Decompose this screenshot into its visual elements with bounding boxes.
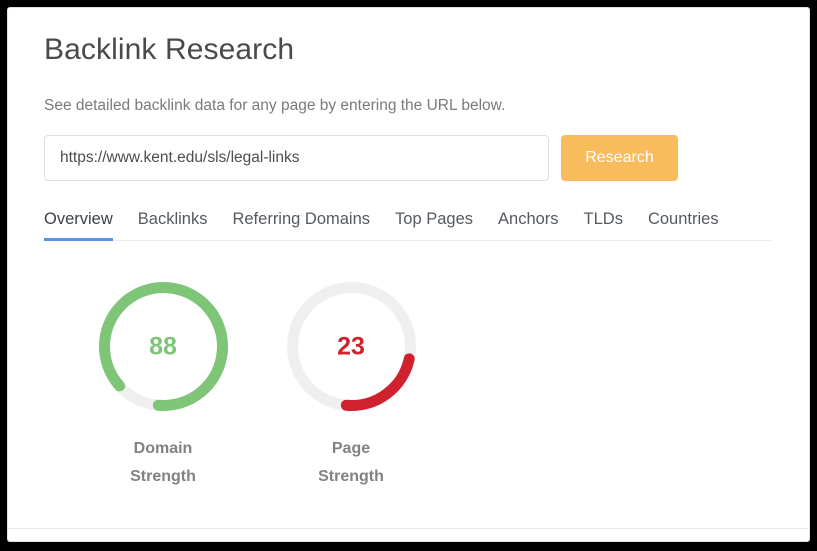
screenshot-frame: Backlink Research See detailed backlink … <box>0 0 817 551</box>
tab-referring-domains[interactable]: Referring Domains <box>232 209 370 241</box>
tab-bar: Overview Backlinks Referring Domains Top… <box>44 205 773 241</box>
page-title: Backlink Research <box>44 33 295 66</box>
tab-overview[interactable]: Overview <box>44 209 113 241</box>
domain-strength-value: 88 <box>149 332 177 360</box>
page-strength-label-line2: Strength <box>318 468 384 485</box>
page-strength-value: 23 <box>337 332 365 360</box>
tab-tlds[interactable]: TLDs <box>584 209 623 241</box>
page-strength-label-line1: Page <box>331 440 371 457</box>
backlink-research-card: Backlink Research See detailed backlink … <box>7 7 810 542</box>
url-input[interactable] <box>44 135 549 181</box>
page-strength-ring: 23 <box>282 277 421 416</box>
card-body: Backlink Research See detailed backlink … <box>8 8 809 491</box>
page-subtitle: See detailed backlink data for any page … <box>44 97 506 114</box>
tab-top-pages[interactable]: Top Pages <box>395 209 473 241</box>
domain-strength-label-line1: Domain <box>133 440 193 457</box>
page-strength-label: Page Strength <box>318 435 384 491</box>
domain-strength-label-line2: Strength <box>130 468 196 485</box>
card-bottom-divider <box>8 528 809 529</box>
tab-backlinks[interactable]: Backlinks <box>138 209 208 241</box>
research-button[interactable]: Research <box>561 135 678 181</box>
gauge-domain-strength: 88 Domain Strength <box>88 277 238 491</box>
domain-strength-label: Domain Strength <box>130 435 196 491</box>
search-row: Research <box>44 135 773 181</box>
gauge-page-strength: 23 Page Strength <box>276 277 426 491</box>
gauge-group: 88 Domain Strength 23 Page Strength <box>44 241 773 491</box>
domain-strength-ring: 88 <box>94 277 233 416</box>
tab-anchors[interactable]: Anchors <box>498 209 559 241</box>
tab-countries[interactable]: Countries <box>648 209 719 241</box>
